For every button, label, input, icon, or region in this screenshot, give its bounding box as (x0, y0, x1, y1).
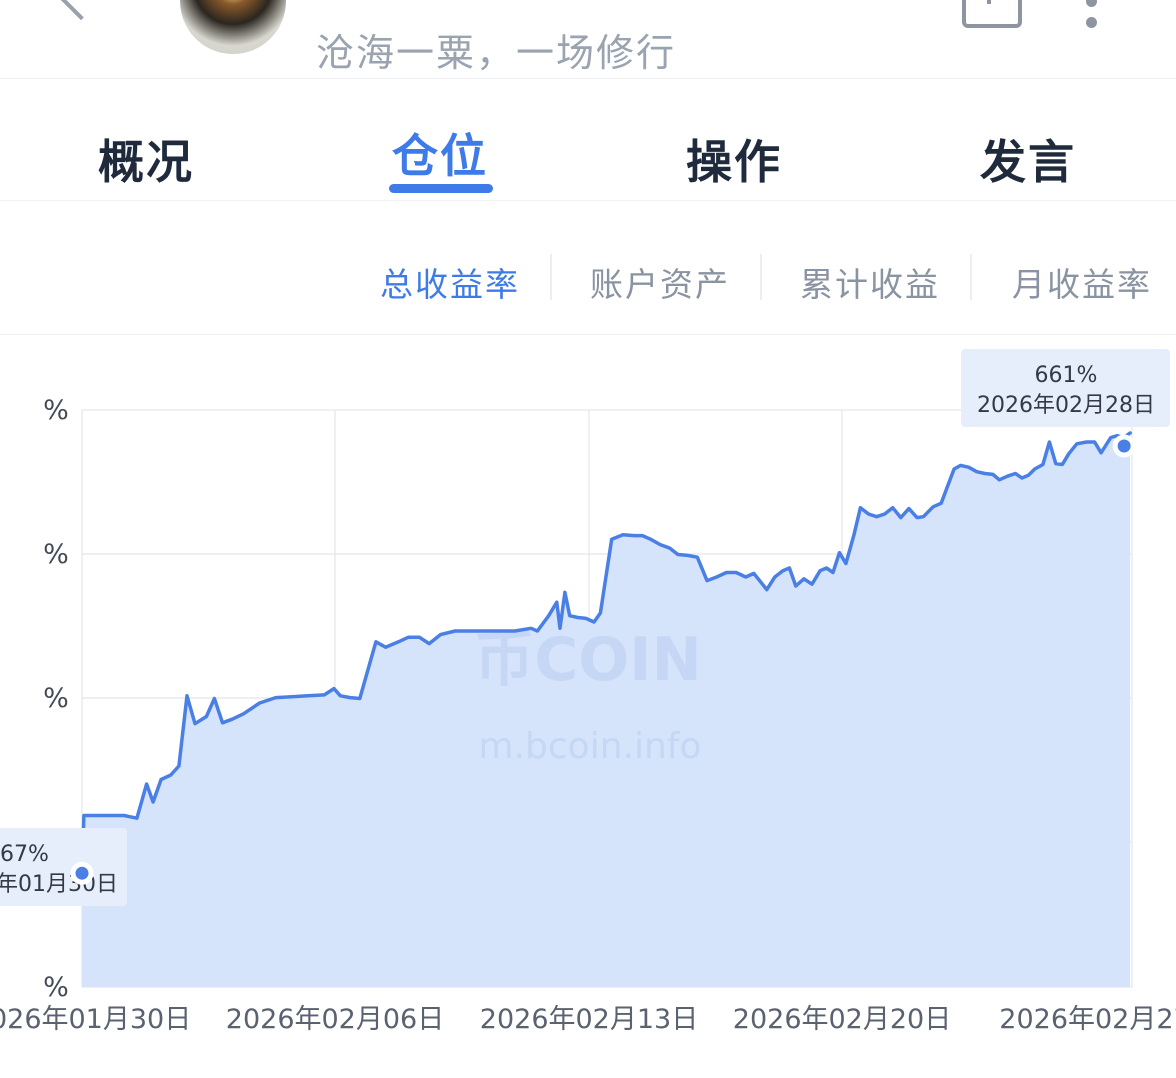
x-tick-label: 2026年02月13日 (480, 1004, 698, 1035)
chart-metric-tabs: 总收益率 账户资产 累计收益 月收益率 (0, 252, 1176, 335)
x-tick-label: 2026年02月06日 (226, 1004, 444, 1035)
tab-positions[interactable]: 仓位 (392, 120, 488, 186)
subtab-monthly-return[interactable]: 月收益率 (1012, 258, 1152, 306)
subtab-account-assets[interactable]: 账户资产 (590, 258, 730, 306)
end-tooltip-date: 2026年02月28日 (977, 393, 1155, 418)
tab-overview[interactable]: 概况 (98, 126, 194, 192)
subtab-total-return[interactable]: 总收益率 (380, 258, 520, 306)
start-tooltip-value: 67% (0, 842, 49, 867)
tab-operations[interactable]: 操作 (686, 126, 782, 192)
subtab-divider (550, 254, 552, 300)
x-tick-label: 2026年02月20日 (733, 1004, 951, 1035)
start-marker[interactable] (70, 861, 94, 885)
x-tick-label: 2026年02月27 (999, 1004, 1176, 1035)
profile-subtitle: 沧海一粟，一场修行 (316, 31, 677, 75)
watermark-logo: 币COIN (474, 625, 702, 695)
main-tabs: 概况 仓位 操作 发言 (0, 100, 1176, 201)
chevron-left-icon[interactable] (59, 0, 103, 21)
subtab-cumulative-profit[interactable]: 累计收益 (800, 258, 940, 306)
subtab-divider (970, 254, 972, 300)
x-tick-label: 2026年01月30日 (0, 1004, 191, 1035)
y-tick-label: % (43, 683, 69, 714)
share-icon[interactable] (962, 0, 1022, 28)
watermark-url: m.bcoin.info (479, 726, 702, 767)
top-bar: 沧海一粟，一场修行 (0, 0, 1176, 79)
tab-posts[interactable]: 发言 (980, 126, 1076, 192)
y-tick-label: % (43, 395, 69, 426)
end-marker[interactable] (1112, 434, 1136, 458)
x-axis: 2026年01月30日 2026年02月06日 2026年02月13日 2026年02… (0, 1004, 1176, 1035)
subtab-divider (760, 254, 762, 300)
more-vertical-icon[interactable] (1086, 0, 1098, 38)
y-tick-label: % (43, 972, 69, 1003)
active-tab-indicator (389, 184, 493, 193)
return-chart[interactable]: %%%%% 币COIN m.bcoin.info 2026年01月30日2026… (0, 340, 1176, 1078)
end-tooltip-value: 661% (1035, 363, 1098, 388)
y-axis: %%%%% (43, 395, 69, 1003)
y-tick-label: % (43, 539, 69, 570)
start-tooltip-date: 年01月30日 (0, 872, 118, 897)
avatar[interactable] (180, 0, 286, 54)
